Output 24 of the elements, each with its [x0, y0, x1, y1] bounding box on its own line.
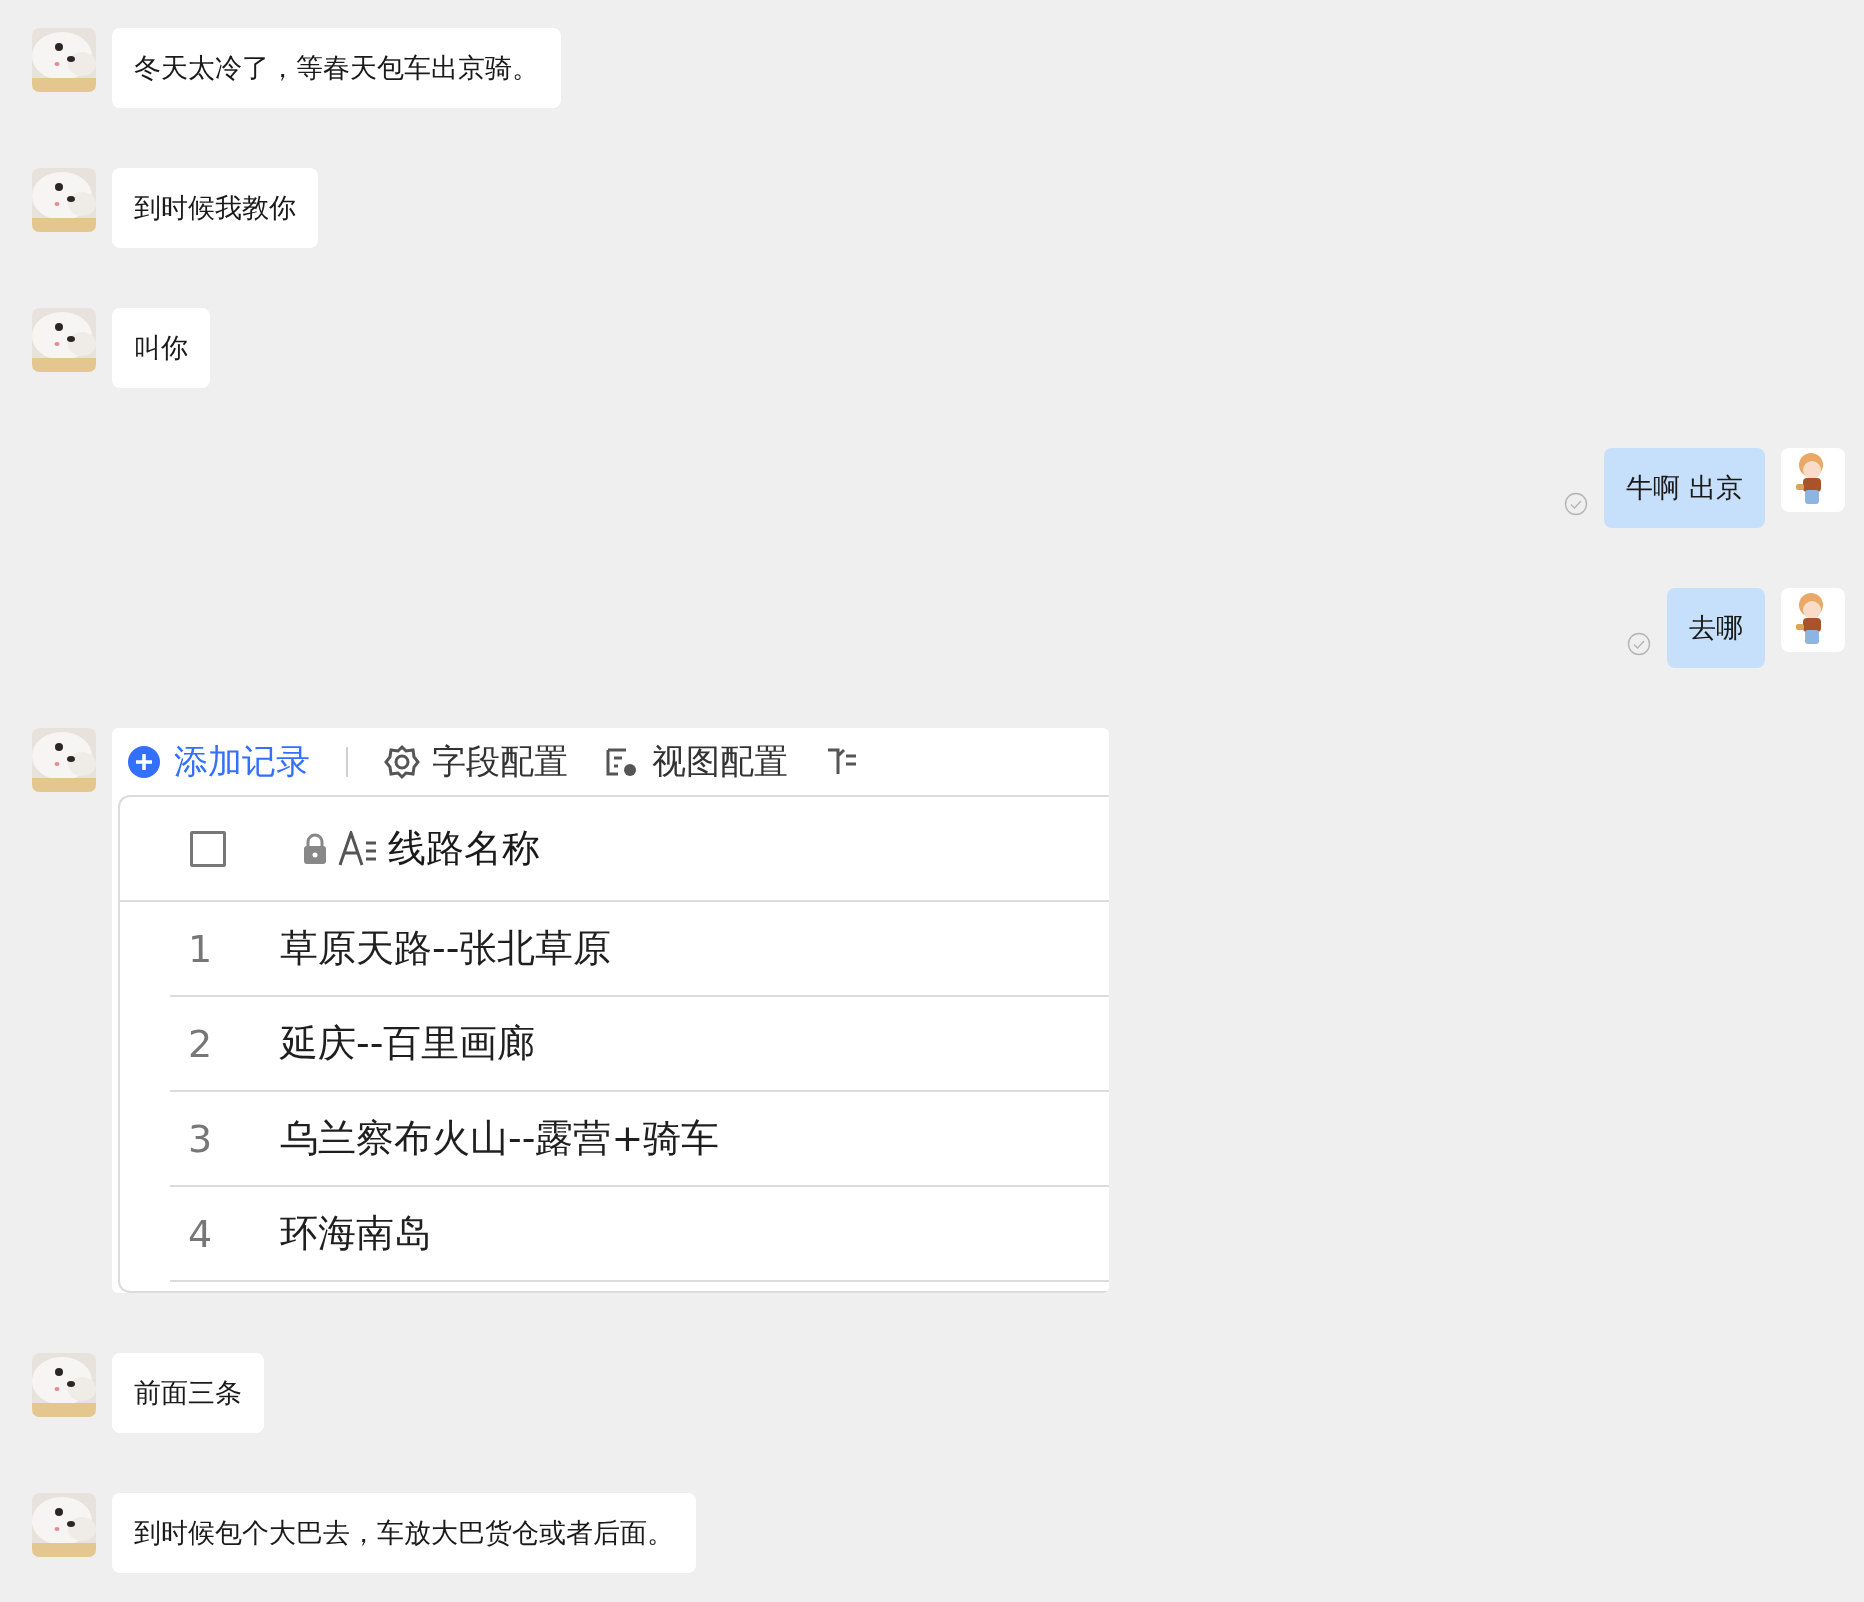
message-bubble: 冬天太冷了，等春天包车出京骑。: [112, 28, 561, 108]
message-bubble: 叫你: [112, 308, 210, 388]
gear-icon: [384, 743, 420, 780]
row-number: 3: [187, 1116, 214, 1161]
lock-icon: [302, 832, 328, 865]
message-bubble: 到时候包个大巴去，车放大巴货仓或者后面。: [112, 1493, 696, 1573]
row-number: 1: [187, 926, 214, 971]
table-cell-text: 乌兰察布火山--露营+骑车: [280, 1115, 720, 1162]
message-bubble: 到时候我教你: [112, 168, 318, 248]
toolbar-label: 字段配置: [432, 739, 568, 783]
add-icon: [126, 743, 162, 780]
row-number: 4: [187, 1211, 214, 1256]
toolbar-label: 视图配置: [652, 739, 788, 783]
table-cell-text: 延庆--百里画廊: [280, 1020, 536, 1067]
row-number: 2: [187, 1021, 214, 1066]
table-cell-text: 环海南岛: [280, 1210, 432, 1257]
message-bubble: 前面三条: [112, 1353, 264, 1433]
select-all-checkbox[interactable]: [190, 830, 226, 867]
column-header: 线路名称: [388, 825, 540, 872]
table-cell-text: 草原天路--张北草原: [280, 925, 612, 972]
text-field-icon: [338, 830, 378, 867]
toolbar-label: 添加记录: [174, 739, 310, 783]
message-bubble: 去哪: [1667, 588, 1765, 668]
message-bubble: 牛啊 出京: [1604, 448, 1765, 528]
